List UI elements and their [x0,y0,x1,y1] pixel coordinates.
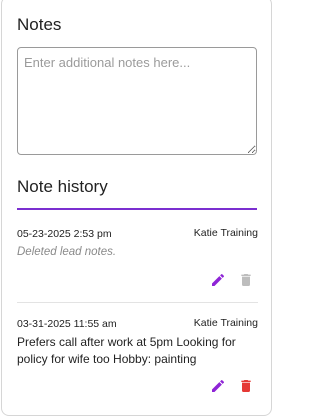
notes-label: Notes [17,15,62,34]
note-history-underline [17,208,257,210]
trash-icon[interactable] [238,272,254,288]
note-history-entry: 03-31-2025 11:55 am Katie Training Prefe… [17,315,258,405]
pencil-icon[interactable] [210,378,226,394]
note-author: Katie Training [193,227,258,239]
note-actions [210,272,254,288]
note-text: Deleted lead notes. [17,246,117,258]
notes-panel: Notes Note history 05-23-2025 2:53 pm Ka… [1,0,272,416]
note-history-title: Note history [17,177,108,196]
note-actions [210,378,254,394]
notes-textarea[interactable] [17,47,257,155]
note-author: Katie Training [193,317,258,329]
note-date: 03-31-2025 11:55 am [17,318,117,330]
note-date: 05-23-2025 2:53 pm [17,228,112,240]
pencil-icon[interactable] [210,272,226,288]
note-history-entry: 05-23-2025 2:53 pm Katie Training Delete… [17,225,258,303]
note-text: Prefers call after work at 5pm Looking f… [17,335,236,366]
trash-icon[interactable] [238,378,254,394]
